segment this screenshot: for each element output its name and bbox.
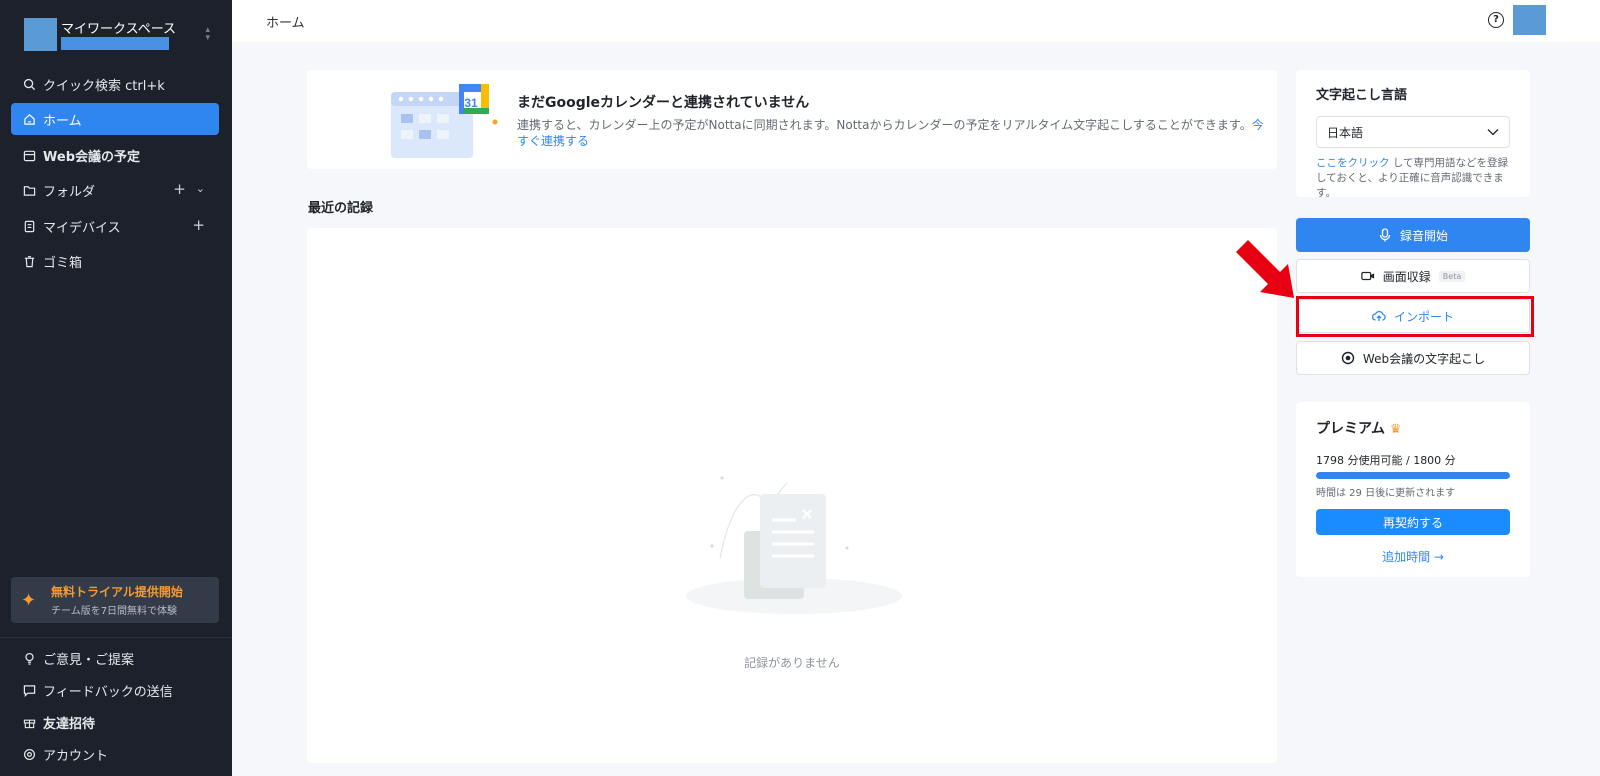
language-title: 文字起こし言語 xyxy=(1316,88,1408,103)
sidebar-item-my-device[interactable]: マイデバイス + xyxy=(11,210,219,242)
workspace-switcher[interactable]: マイワークスペース ▴ ▾ xyxy=(24,17,214,51)
chevron-down-icon[interactable]: ⌄ xyxy=(196,180,205,198)
language-card: 文字起こし言語 日本語 ここをクリック して専門用語などを登録しておくと、より正… xyxy=(1296,70,1530,199)
sidebar-item-label: アカウント xyxy=(43,748,109,764)
plus-icon[interactable]: + xyxy=(192,216,205,234)
trash-icon xyxy=(22,254,36,268)
add-time-link[interactable]: 追加時間 → xyxy=(1296,548,1530,565)
workspace-name: マイワークスペース xyxy=(61,21,177,37)
trial-subtitle: チーム版を7日間無料で体験 xyxy=(51,606,178,617)
sidebar-item-label: フォルダ xyxy=(43,184,96,200)
calendar-day: 31 xyxy=(464,96,478,110)
highlight-box xyxy=(1296,296,1534,337)
microphone-icon xyxy=(1378,228,1392,242)
sidebar-item-label: ご意見・ご提案 xyxy=(43,652,135,668)
web-meeting-transcribe-button[interactable]: Web会議の文字起こし xyxy=(1296,341,1530,375)
lightbulb-icon xyxy=(22,651,36,665)
sidebar-item-suggestions[interactable]: ご意見・ご提案 xyxy=(11,642,219,674)
plus-icon[interactable]: + xyxy=(173,180,186,198)
sidebar-item-label: Web会議の予定 xyxy=(43,149,140,165)
screen-record-label: 画面収録 xyxy=(1382,269,1431,284)
red-arrow-icon xyxy=(1236,240,1294,298)
calendar-banner-title: まだGoogleカレンダーと連携されていません xyxy=(517,95,810,111)
sidebar: マイワークスペース ▴ ▾ クイック検索 ctrl+k ホーム Web会議の予定 … xyxy=(0,0,232,776)
calendar-banner: 31 まだGoogleカレンダーと連携されていません 連携すると、カレンダー上の… xyxy=(307,70,1277,169)
device-icon xyxy=(22,219,36,233)
web-meeting-label: Web会議の文字起こし xyxy=(1362,351,1486,366)
meeting-icon xyxy=(1341,351,1355,365)
sidebar-item-account[interactable]: アカウント xyxy=(11,738,219,770)
help-icon[interactable]: ? xyxy=(1488,12,1504,28)
calendar-icon xyxy=(22,148,36,162)
custom-vocabulary-link[interactable]: ここをクリック xyxy=(1316,157,1390,169)
language-selected: 日本語 xyxy=(1327,125,1364,140)
trial-title: 無料トライアル提供開始 xyxy=(51,585,183,599)
premium-title: プレミアム xyxy=(1316,421,1386,437)
crown-icon: ♛ xyxy=(1389,422,1402,437)
folder-icon xyxy=(22,183,36,197)
user-avatar[interactable] xyxy=(1513,5,1546,35)
search-icon xyxy=(22,77,36,91)
empty-document-icon xyxy=(686,476,902,614)
sidebar-item-label: マイデバイス xyxy=(43,220,121,236)
screen-record-button[interactable]: 画面収録 Beta xyxy=(1296,259,1530,293)
sidebar-item-invite[interactable]: 友達招待 xyxy=(11,706,219,738)
sidebar-item-label: クイック検索 ctrl+k xyxy=(43,78,165,94)
usage-progress-fill xyxy=(1316,472,1510,479)
sparkle-icon: ✦ xyxy=(21,589,37,611)
sidebar-item-home[interactable]: ホーム xyxy=(11,103,219,135)
sidebar-item-label: ホーム xyxy=(43,113,82,129)
renew-button[interactable]: 再契約する xyxy=(1316,509,1510,535)
sidebar-item-trash[interactable]: ゴミ箱 xyxy=(11,245,219,277)
empty-state-text: 記録がありません xyxy=(744,656,840,670)
sidebar-item-meetings[interactable]: Web会議の予定 xyxy=(11,139,219,171)
chevron-down-icon xyxy=(1487,125,1499,139)
calendar-banner-description: 連携すると、カレンダー上の予定がNottaに同期されます。Nottaからカレンダ… xyxy=(517,118,1252,132)
sidebar-item-label: ゴミ箱 xyxy=(43,255,83,271)
minutes-usage: 1798 分使用可能 / 1800 分 xyxy=(1316,454,1456,467)
records-panel: 記録がありません xyxy=(307,228,1277,763)
breadcrumb: ホーム xyxy=(266,16,305,31)
trial-banner[interactable]: ✦ 無料トライアル提供開始 チーム版を7日間無料で体験 xyxy=(11,577,219,623)
start-recording-label: 録音開始 xyxy=(1399,228,1448,243)
recent-records-title: 最近の記録 xyxy=(308,201,374,216)
chevron-updown-icon[interactable]: ▴ ▾ xyxy=(205,26,210,43)
workspace-avatar xyxy=(24,17,57,51)
sidebar-item-quick-search[interactable]: クイック検索 ctrl+k xyxy=(11,68,219,100)
gift-icon xyxy=(22,715,36,729)
workspace-account-redacted xyxy=(61,36,169,50)
usage-progress-bar xyxy=(1316,472,1510,479)
language-select[interactable]: 日本語 xyxy=(1316,116,1510,148)
start-recording-button[interactable]: 録音開始 xyxy=(1296,218,1530,252)
message-icon xyxy=(22,683,36,697)
sidebar-item-feedback[interactable]: フィードバックの送信 xyxy=(11,674,219,706)
sidebar-item-label: フィードバックの送信 xyxy=(43,684,173,700)
video-camera-icon xyxy=(1361,269,1375,283)
sidebar-item-folder[interactable]: フォルダ + ⌄ xyxy=(11,174,219,206)
premium-card: プレミアム ♛ 1798 分使用可能 / 1800 分 時間は 29 日後に更新… xyxy=(1296,402,1530,577)
top-bar: ホーム ? xyxy=(232,0,1600,42)
beta-badge: Beta xyxy=(1438,270,1466,282)
sidebar-divider xyxy=(0,637,232,638)
reset-notice: 時間は 29 日後に更新されます xyxy=(1316,488,1456,499)
home-icon xyxy=(22,112,36,126)
calendar-illustration-icon: 31 xyxy=(391,84,498,158)
sidebar-item-label: 友達招待 xyxy=(43,716,96,732)
settings-icon xyxy=(22,747,36,761)
